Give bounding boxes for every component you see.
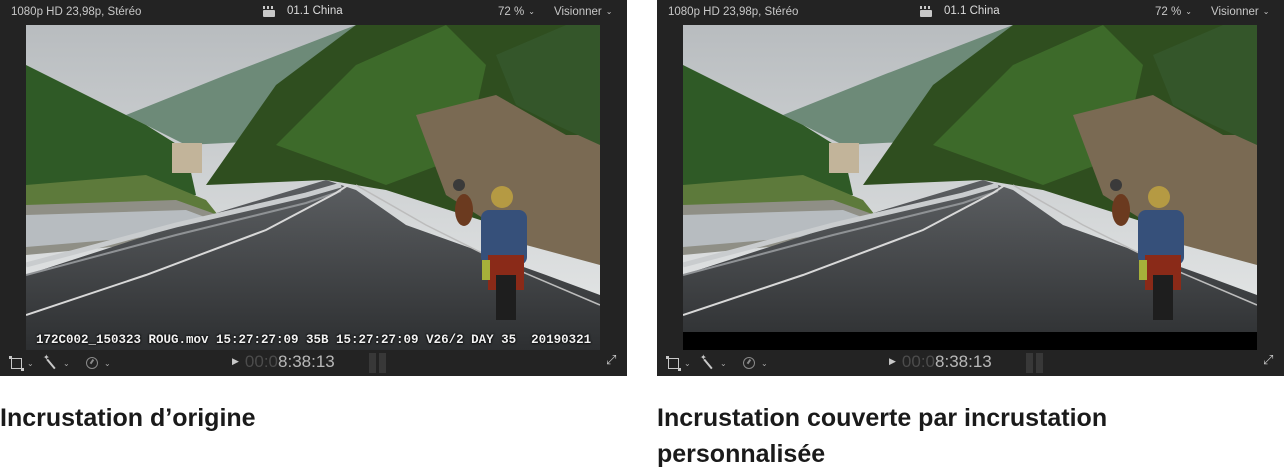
timecode-dim: 00:0: [901, 352, 936, 371]
timecode-main: 8:38:13: [278, 352, 335, 371]
video-image: [26, 25, 600, 350]
chevron-down-icon: ⌄: [1262, 7, 1270, 16]
audio-meters: [1026, 353, 1046, 373]
clip-title: 01.1 China: [263, 5, 343, 17]
clapper-icon: [263, 5, 275, 17]
viewer-topbar: 1080p HD 23,98p, Stéréo 01.1 China 72 % ⌄…: [0, 0, 627, 25]
view-menu[interactable]: Visionner ⌄: [1211, 6, 1269, 18]
enhance-menu[interactable]: ⌄: [43, 353, 70, 371]
video-frame: 172C002_150323 ROUG.mov 15:27:27:09 35B …: [26, 25, 600, 350]
fullscreen-icon[interactable]: [606, 352, 618, 368]
transform-menu[interactable]: ⌄: [666, 355, 691, 371]
clip-name: 01.1 China: [287, 5, 343, 17]
zoom-menu[interactable]: 72 % ⌄: [498, 6, 535, 18]
chevron-down-icon: ⌄: [63, 358, 70, 368]
transform-icon: [9, 355, 24, 371]
clip-title: 01.1 China: [920, 5, 1000, 17]
video-frame: [683, 25, 1257, 350]
magic-wand-icon: [700, 353, 714, 369]
zoom-value: 72 %: [1155, 6, 1182, 18]
speed-menu[interactable]: ⌄: [86, 355, 111, 371]
zoom-value: 72 %: [498, 6, 525, 18]
timecode-dim: 00:0: [244, 352, 279, 371]
custom-overlay-bar: [683, 332, 1257, 350]
chevron-down-icon: ⌄: [104, 358, 111, 368]
zoom-menu[interactable]: 72 % ⌄: [1155, 6, 1192, 18]
caption-custom: Incrustation couverte par incrustation p…: [657, 404, 1108, 468]
chevron-down-icon: ⌄: [27, 358, 34, 368]
chevron-down-icon: ⌄: [720, 358, 727, 368]
timecode-display: ▶ 00:0 8:38:13: [232, 352, 335, 372]
timecode-overlay-text: 172C002_150323 ROUG.mov 15:27:27:09 35B …: [36, 333, 592, 347]
chevron-down-icon: ⌄: [761, 358, 768, 368]
viewer-topbar: 1080p HD 23,98p, Stéréo 01.1 China 72 % ⌄…: [657, 0, 1284, 25]
viewer-original: 1080p HD 23,98p, Stéréo 01.1 China 72 % ⌄…: [0, 0, 627, 376]
format-label: 1080p HD 23,98p, Stéréo: [668, 6, 799, 18]
speed-menu[interactable]: ⌄: [743, 355, 768, 371]
timecode-main: 8:38:13: [935, 352, 992, 371]
caption-original: Incrustation d’origine: [0, 404, 256, 432]
audio-meters: [369, 353, 389, 373]
view-menu-label: Visionner: [1211, 6, 1259, 18]
viewer-custom-overlay: 1080p HD 23,98p, Stéréo 01.1 China 72 % ⌄…: [657, 0, 1284, 376]
play-icon[interactable]: ▶: [232, 356, 239, 367]
view-menu[interactable]: Visionner ⌄: [554, 6, 612, 18]
chevron-down-icon: ⌄: [605, 7, 613, 16]
fullscreen-icon[interactable]: [1263, 352, 1275, 368]
chevron-down-icon: ⌄: [684, 358, 691, 368]
video-image: [683, 25, 1257, 350]
viewer-bottombar: ⌄ ⌄ ⌄ ▶ 00:08:38:13: [0, 350, 627, 376]
clip-name: 01.1 China: [944, 5, 1000, 17]
view-menu-label: Visionner: [554, 6, 602, 18]
viewer-bottombar: ⌄ ⌄ ⌄ ▶ 00:08:38:13: [657, 350, 1284, 376]
magic-wand-icon: [43, 353, 57, 369]
chevron-down-icon: ⌄: [1185, 7, 1192, 16]
clapper-icon: [920, 5, 932, 17]
chevron-down-icon: ⌄: [528, 7, 535, 16]
format-label: 1080p HD 23,98p, Stéréo: [11, 6, 142, 18]
speed-gauge-icon: [743, 357, 755, 369]
speed-gauge-icon: [86, 357, 98, 369]
timecode-display: ▶ 00:0 8:38:13: [889, 352, 992, 372]
play-icon[interactable]: ▶: [889, 356, 896, 367]
transform-menu[interactable]: ⌄: [9, 355, 34, 371]
enhance-menu[interactable]: ⌄: [700, 353, 727, 371]
transform-icon: [666, 355, 681, 371]
